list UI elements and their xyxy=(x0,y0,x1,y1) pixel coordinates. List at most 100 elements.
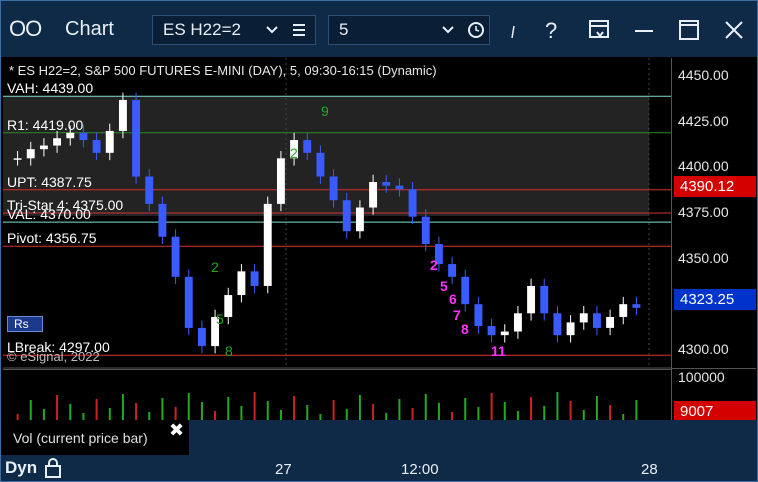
td-count-label: 8 xyxy=(461,321,469,337)
level-label: Pivot: 4356.75 xyxy=(7,230,97,247)
candle-body xyxy=(171,236,180,277)
candle-body xyxy=(53,138,62,146)
volume-bar xyxy=(569,401,572,420)
candle-body xyxy=(421,216,430,244)
td-count-label: 5 xyxy=(216,311,224,327)
level-label: VAH: 4439.00 xyxy=(7,80,94,97)
volume-bar xyxy=(556,392,559,420)
help-icon[interactable]: ? xyxy=(537,15,567,45)
volume-bar xyxy=(516,411,519,420)
volume-bar xyxy=(372,404,375,420)
volume-bar xyxy=(530,397,533,420)
volume-bar xyxy=(253,392,256,420)
time-tick-27: 27 xyxy=(275,461,292,478)
lock-icon[interactable] xyxy=(43,457,63,482)
candle-body xyxy=(237,271,246,296)
study-legend-label: Vol (current price bar) xyxy=(13,430,148,446)
volume-bar xyxy=(437,403,440,420)
close-icon[interactable] xyxy=(719,15,749,45)
candle-body xyxy=(329,176,338,201)
candle-body xyxy=(118,99,127,131)
volume-bar xyxy=(42,409,45,420)
volume-bar xyxy=(240,406,243,420)
volume-bar xyxy=(82,413,85,420)
level-label: VAL: 4370.00 xyxy=(7,206,91,223)
candle-body xyxy=(224,295,233,317)
candle-body xyxy=(395,185,404,190)
volume-bar xyxy=(148,412,151,420)
price-tick: 4375.00 xyxy=(678,204,729,220)
td-count-label: 2 xyxy=(290,145,298,161)
candle-body xyxy=(158,203,167,237)
candle-body xyxy=(592,313,601,328)
page-setup-icon[interactable] xyxy=(584,15,614,45)
volume-tick: 100000 xyxy=(678,369,725,385)
volume-bar xyxy=(56,395,59,420)
candle-body xyxy=(316,152,325,177)
candle-body xyxy=(105,130,114,153)
volume-bar xyxy=(490,393,493,420)
chart-header: * ES H22=2, S&P 500 FUTURES E-MINI (DAY)… xyxy=(9,63,437,78)
td-count-label: 2 xyxy=(430,257,438,273)
minimize-icon[interactable] xyxy=(629,15,659,45)
pin-icon[interactable] xyxy=(499,15,529,45)
volume-bar xyxy=(595,396,598,420)
candle-body xyxy=(276,158,285,204)
volume-bar xyxy=(358,395,361,420)
candle-body xyxy=(474,304,483,327)
price-axis[interactable]: 4450.004425.004400.004375.004350.004325.… xyxy=(671,58,757,422)
volume-bar xyxy=(95,399,98,420)
maximize-icon[interactable] xyxy=(674,15,704,45)
symbol-selector[interactable]: ES H22=2 xyxy=(152,15,316,45)
dynamic-label: Dyn xyxy=(5,458,38,477)
window-title: Chart xyxy=(65,18,114,40)
td-count-label: 2 xyxy=(211,259,219,275)
interval-value: 5 xyxy=(339,20,349,39)
chevron-down-icon[interactable] xyxy=(265,16,279,53)
volume-bar xyxy=(29,400,32,420)
td-count-label: 11 xyxy=(491,343,506,359)
candle-body xyxy=(26,149,35,159)
candle-body xyxy=(513,313,522,332)
candle-body xyxy=(540,285,549,314)
candle-body xyxy=(66,132,75,139)
app-logo-icon: OO xyxy=(9,16,42,41)
volume-bar xyxy=(174,407,177,420)
price-chart-canvas[interactable]: 256781192258 xyxy=(3,58,671,420)
volume-bar xyxy=(451,412,454,420)
svg-text:?: ? xyxy=(545,18,557,43)
interval-selector[interactable]: 5 xyxy=(328,15,490,45)
chevron-down-icon[interactable] xyxy=(441,16,455,53)
candle-body xyxy=(132,99,141,177)
time-axis[interactable]: 27 xyxy=(189,420,757,455)
volume-pane[interactable] xyxy=(3,369,671,420)
volume-bar xyxy=(609,405,612,420)
symbol-value: ES H22=2 xyxy=(163,20,241,39)
volume-bar xyxy=(161,398,164,420)
candle-body xyxy=(92,140,101,153)
volume-bar xyxy=(503,402,506,420)
volume-bar xyxy=(214,411,217,420)
volume-bar xyxy=(543,406,546,420)
candle-body xyxy=(632,304,641,308)
volume-bar xyxy=(345,409,348,420)
study-legend[interactable]: Vol (current price bar) ✖ xyxy=(3,420,189,455)
candle-body xyxy=(39,145,48,150)
chart-window: OO Chart ES H22=2 5 ? 2 5 6 7 8 11 9 2 2… xyxy=(0,0,758,482)
clock-icon[interactable] xyxy=(467,16,485,53)
last-price-tag: 4323.25 xyxy=(674,289,756,310)
candle-body xyxy=(408,189,417,217)
volume-bar xyxy=(424,394,427,420)
volume-bar xyxy=(266,401,269,420)
study-button[interactable]: Rs xyxy=(7,316,43,332)
price-chart[interactable]: 2 5 6 7 8 11 9 2 2 5 8 * ES H22=2, S&P 500 FUTURES… xyxy=(3,58,671,420)
volume-bar xyxy=(279,410,282,420)
candle-body xyxy=(579,313,588,323)
list-icon[interactable] xyxy=(291,16,307,53)
td-count-label: 7 xyxy=(453,307,461,323)
price-tick: 4300.00 xyxy=(678,340,729,357)
candle-body xyxy=(184,276,193,328)
volume-bar xyxy=(332,400,335,420)
close-study-icon[interactable]: ✖ xyxy=(169,420,184,441)
volume-bar xyxy=(306,405,309,420)
